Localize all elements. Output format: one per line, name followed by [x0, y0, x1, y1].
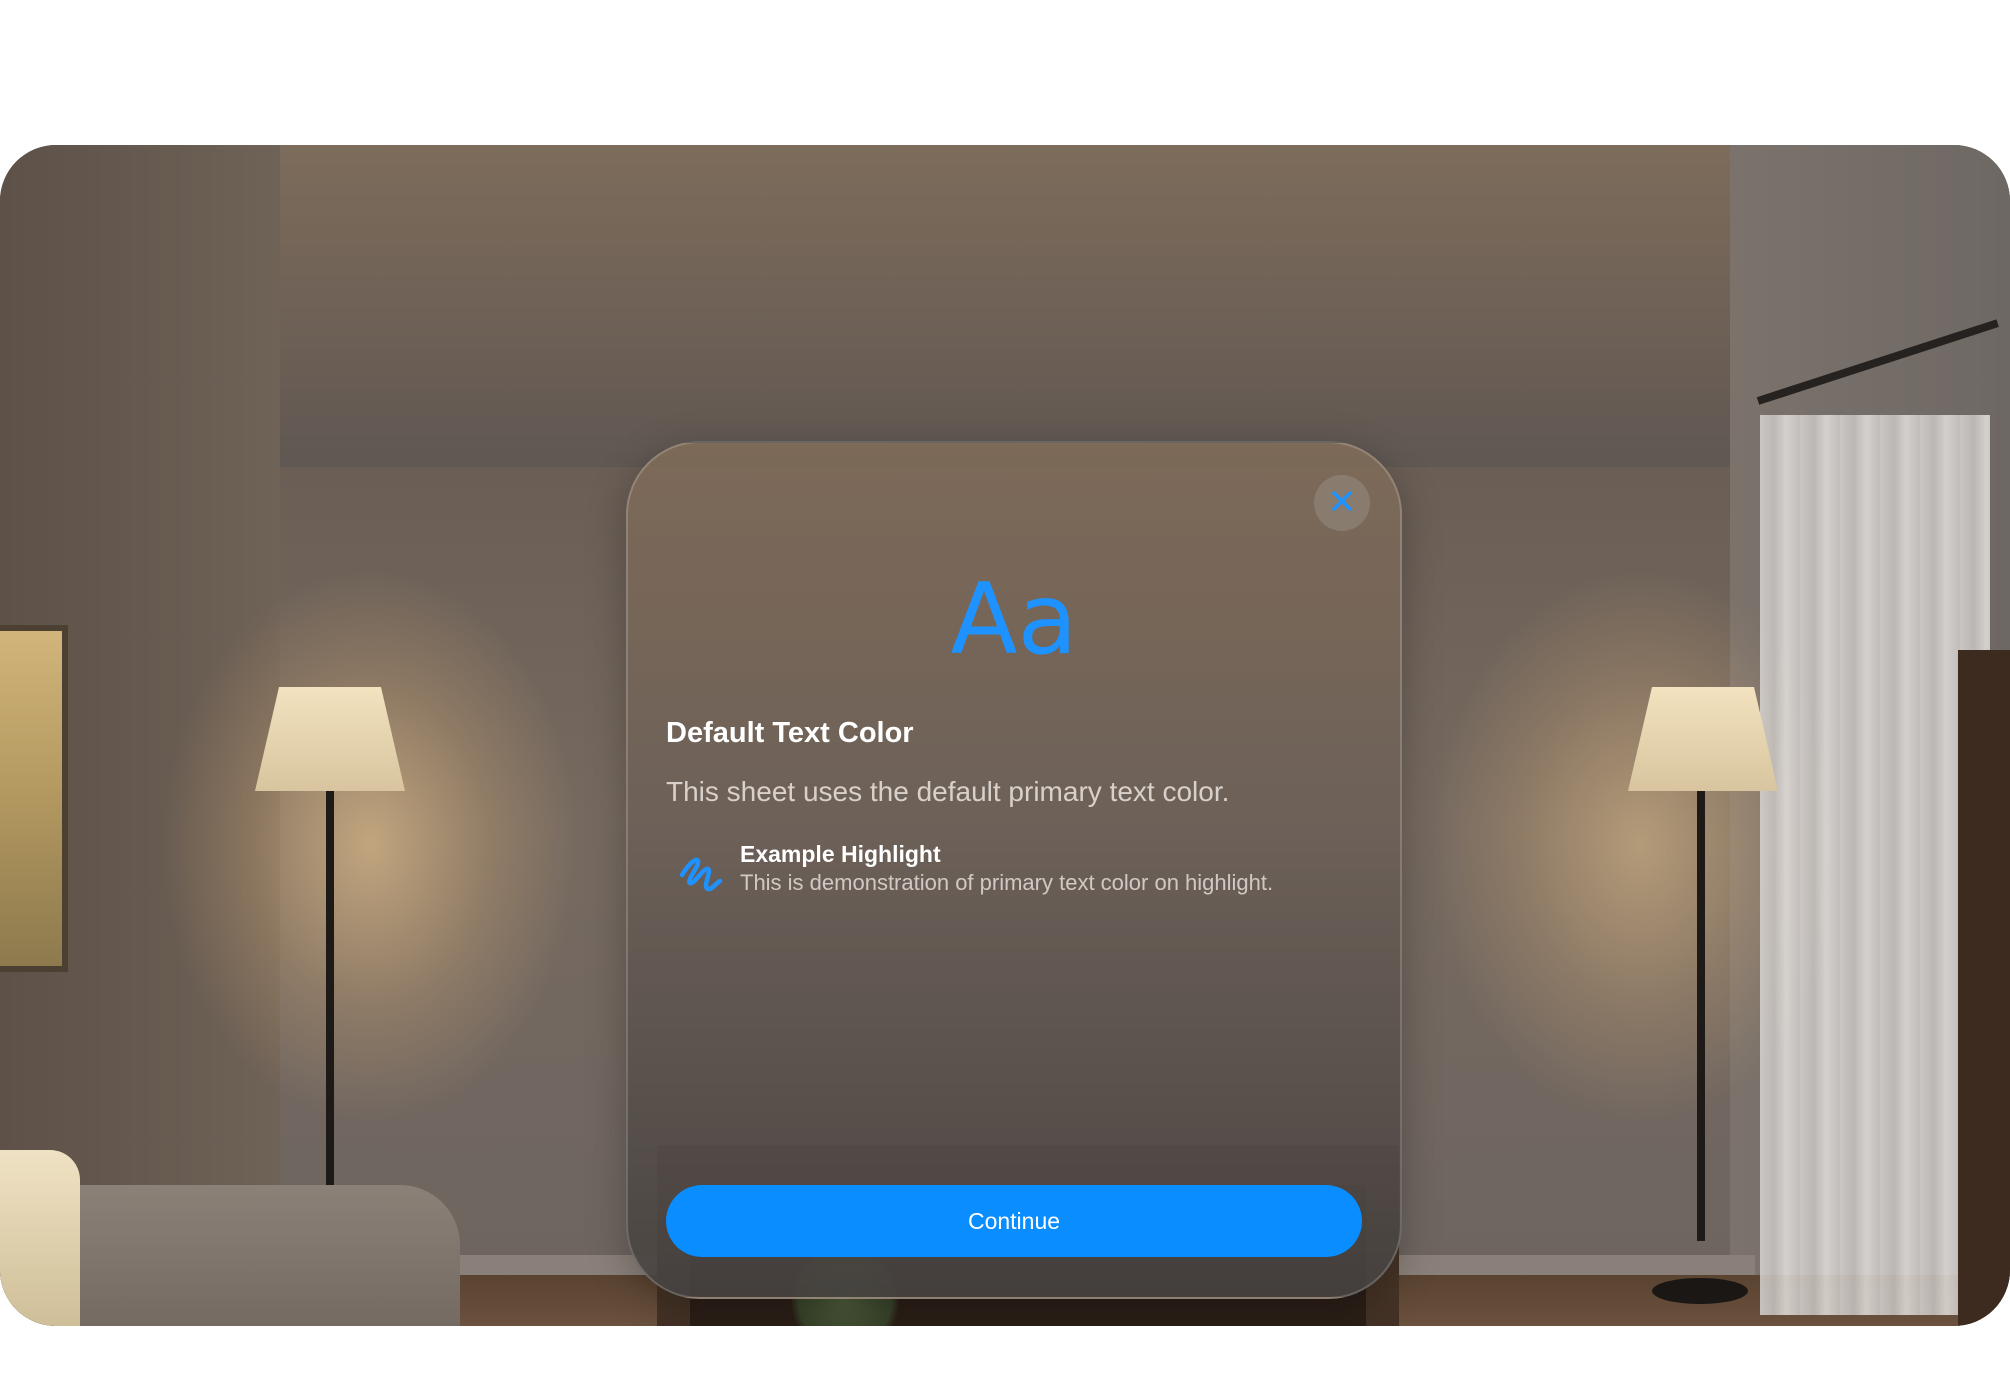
continue-button[interactable]: Continue — [666, 1185, 1362, 1257]
window-curtain — [1760, 415, 1990, 1315]
text-style-glyph: Aa — [950, 563, 1078, 677]
ceiling — [0, 145, 2010, 475]
sheet-description: This sheet uses the default primary text… — [666, 776, 1230, 807]
close-button[interactable] — [1314, 475, 1370, 531]
table-lamp — [0, 1150, 80, 1326]
floor-lamp-right-shade — [1628, 687, 1778, 791]
highlight-row: Example Highlight This is demonstration … — [676, 841, 1273, 899]
floor-lamp-right-base — [1652, 1278, 1748, 1304]
bookshelf — [1958, 650, 2010, 1326]
close-icon — [1329, 488, 1355, 519]
floor-lamp-left-pole — [326, 791, 334, 1231]
highlight-title: Example Highlight — [740, 841, 941, 867]
immersive-room-view: Aa Default Text Color This sheet uses th… — [0, 145, 2010, 1326]
wall-painting — [0, 625, 68, 972]
text-color-sheet: Aa Default Text Color This sheet uses th… — [626, 441, 1402, 1299]
lamp-glow-left — [160, 565, 580, 1125]
highlight-text: Example Highlight This is demonstration … — [740, 841, 1273, 896]
sheet-title: Default Text Color — [666, 717, 914, 749]
floor-lamp-right-pole — [1697, 791, 1705, 1241]
scribble-icon — [676, 847, 728, 899]
floor-lamp-left-shade — [255, 687, 405, 791]
highlight-description: This is demonstration of primary text co… — [740, 869, 1274, 895]
